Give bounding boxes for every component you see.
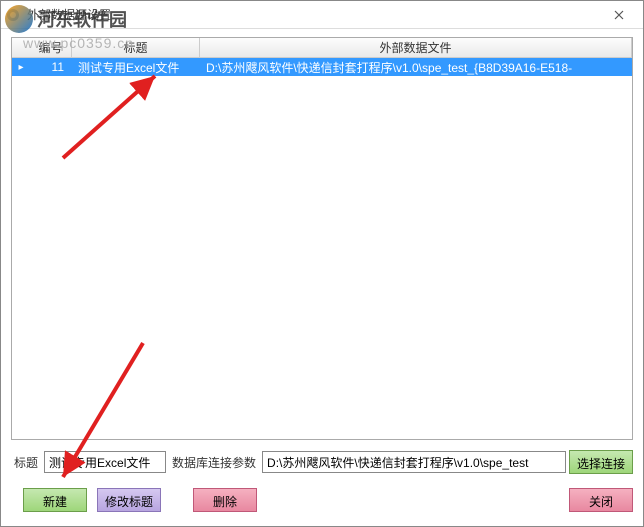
- button-row: 新建 修改标题 删除 关闭: [11, 488, 633, 518]
- app-icon: [5, 7, 21, 23]
- window-frame: 外部数据源设置 编号 标题 外部数据文件 ▸ 11 测试专用Excel文件 D:…: [0, 0, 644, 527]
- title-input[interactable]: [44, 451, 166, 473]
- column-header-no[interactable]: 编号: [30, 37, 72, 58]
- titlebar: 外部数据源设置: [1, 1, 643, 29]
- conn-label: 数据库连接参数: [169, 454, 259, 471]
- window-title: 外部数据源设置: [27, 6, 599, 23]
- edit-title-button[interactable]: 修改标题: [97, 488, 161, 512]
- data-table: 编号 标题 外部数据文件 ▸ 11 测试专用Excel文件 D:\苏州飕风软件\…: [11, 37, 633, 440]
- delete-button[interactable]: 删除: [193, 488, 257, 512]
- select-connection-button[interactable]: 选择连接: [569, 450, 633, 474]
- form-row: 标题 数据库连接参数 选择连接: [11, 450, 633, 474]
- close-window-button[interactable]: [599, 3, 639, 27]
- expand-toggle[interactable]: ▸: [12, 61, 30, 74]
- cell-no: 11: [30, 59, 72, 75]
- column-header-file[interactable]: 外部数据文件: [200, 37, 632, 58]
- table-body: ▸ 11 测试专用Excel文件 D:\苏州飕风软件\快递信封套打程序\v1.0…: [12, 58, 632, 439]
- new-button[interactable]: 新建: [23, 488, 87, 512]
- cell-title: 测试专用Excel文件: [72, 58, 200, 77]
- table-header: 编号 标题 外部数据文件: [12, 38, 632, 58]
- close-button[interactable]: 关闭: [569, 488, 633, 512]
- conn-input[interactable]: [262, 451, 566, 473]
- table-row[interactable]: ▸ 11 测试专用Excel文件 D:\苏州飕风软件\快递信封套打程序\v1.0…: [12, 58, 632, 76]
- cell-file: D:\苏州飕风软件\快递信封套打程序\v1.0\spe_test_{B8D39A…: [200, 58, 632, 77]
- column-header-title[interactable]: 标题: [72, 37, 200, 58]
- title-label: 标题: [11, 454, 41, 471]
- content-area: 编号 标题 外部数据文件 ▸ 11 测试专用Excel文件 D:\苏州飕风软件\…: [1, 29, 643, 526]
